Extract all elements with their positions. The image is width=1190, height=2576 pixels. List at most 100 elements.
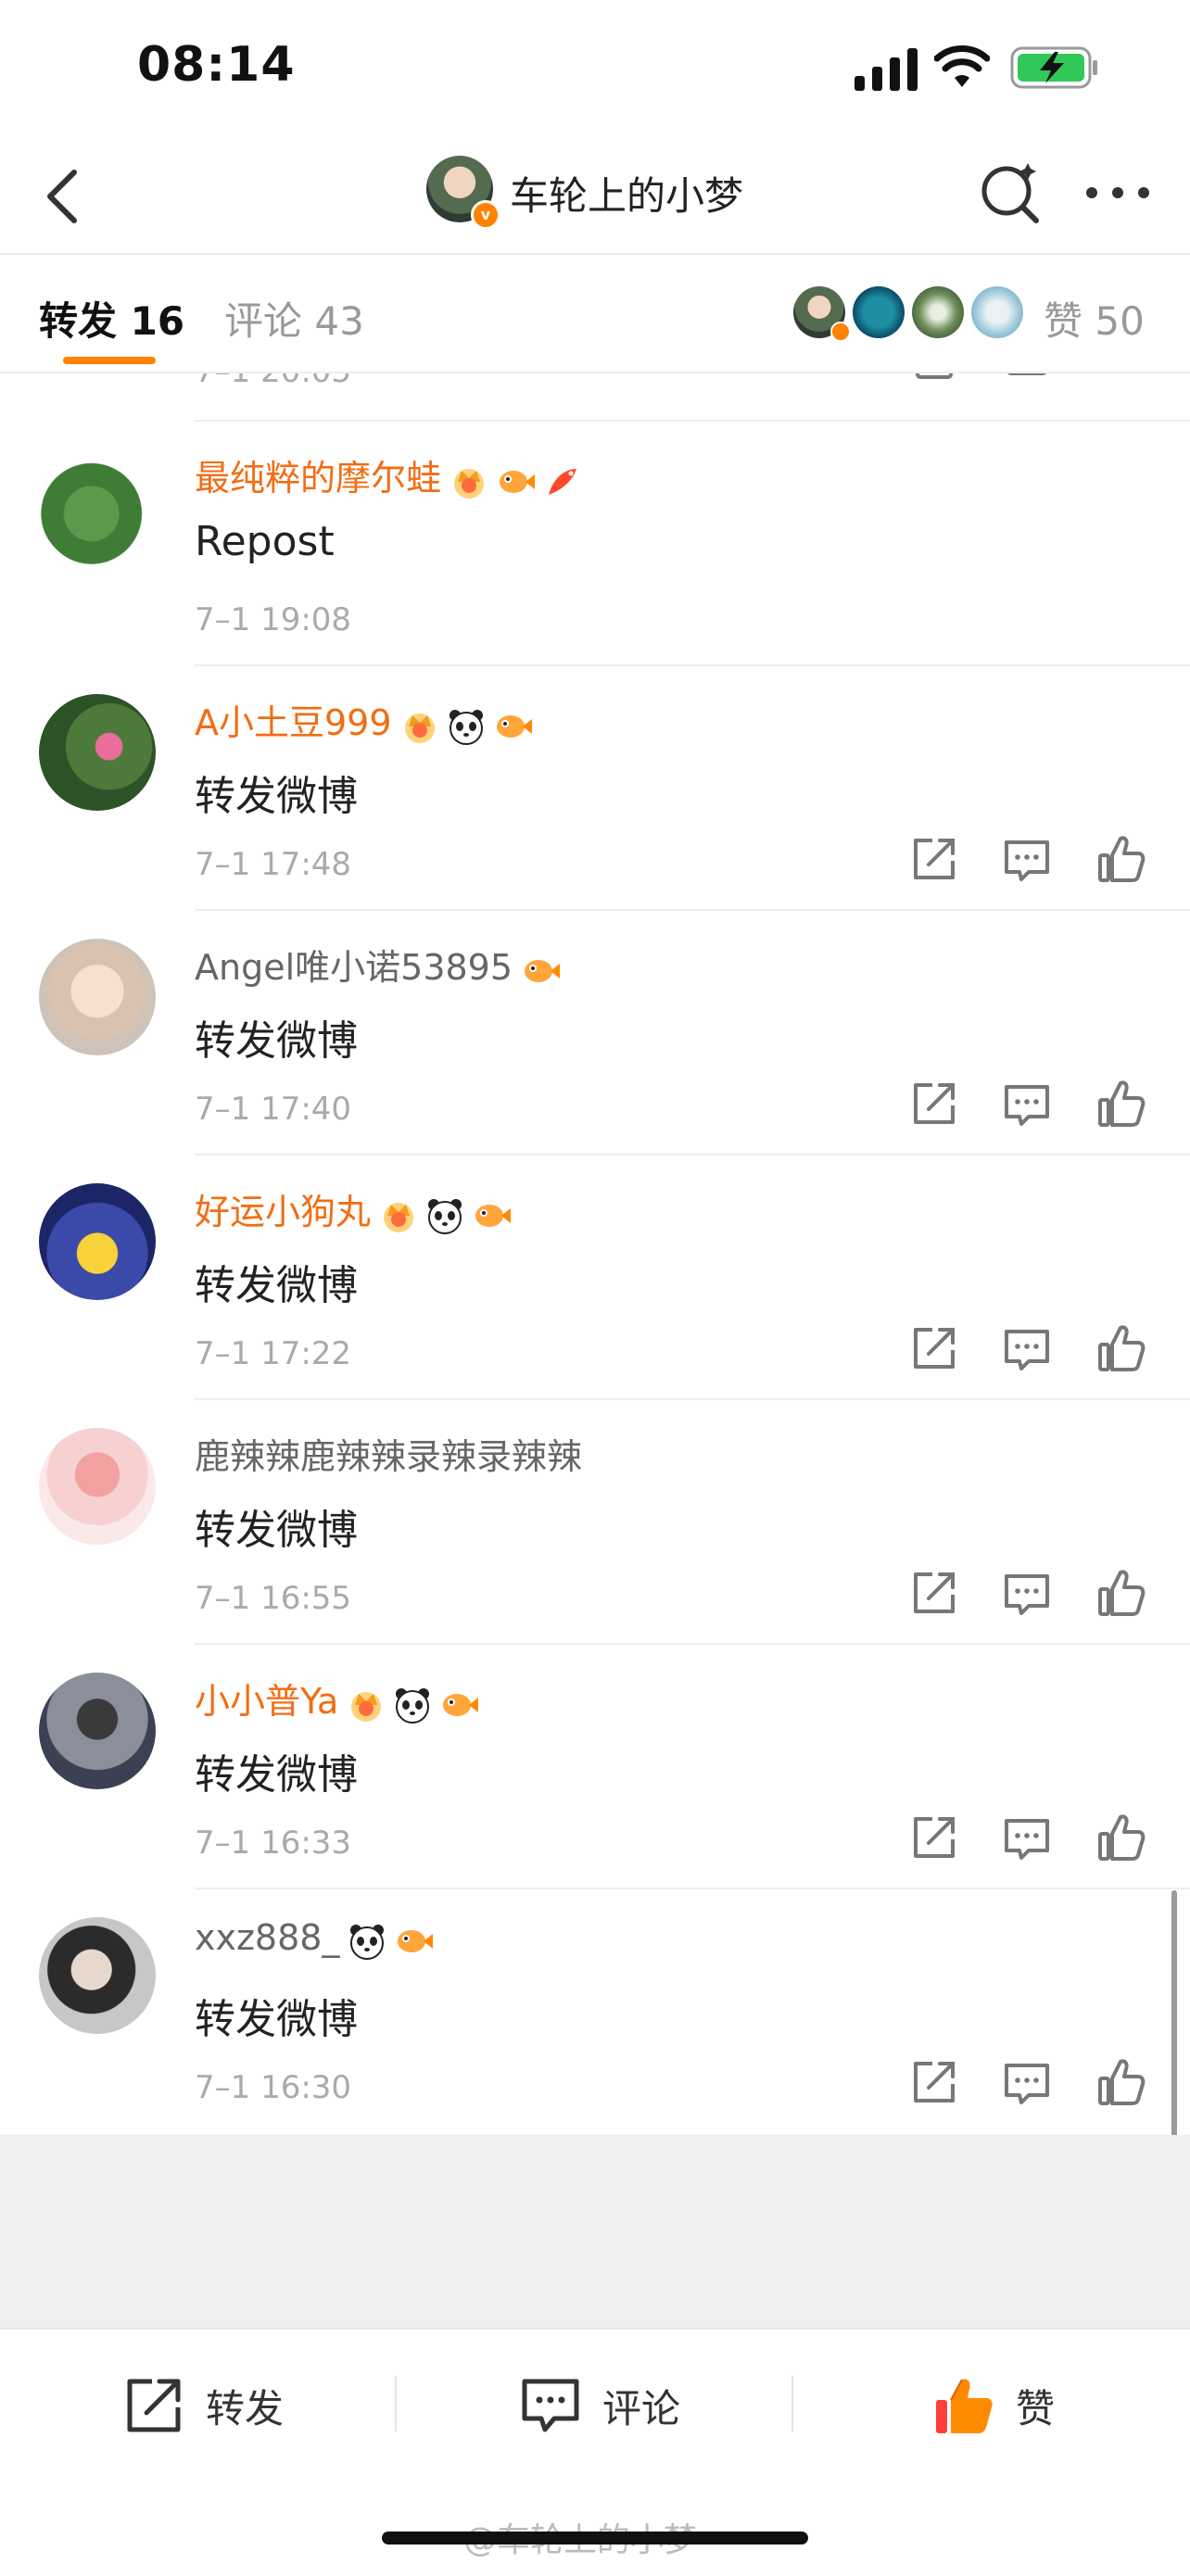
status-bar: 08:14 — [0, 0, 1190, 139]
user-badges — [346, 1682, 485, 1725]
row-like-icon[interactable] — [1095, 1812, 1147, 1863]
repost-list[interactable]: 7–1 20:05 最纯粹的摩尔蛙 Repost 7–1 19:08 A小土豆999 转… — [0, 373, 1190, 2134]
fish-badge-icon — [471, 1195, 512, 1236]
fish-badge-icon — [520, 951, 561, 991]
row-comment-icon[interactable] — [1001, 1322, 1053, 1374]
list-item[interactable]: Angel唯小诺53895 转发微博 7–1 17:40 — [0, 909, 1190, 1154]
user-avatar[interactable] — [39, 694, 156, 811]
search-icon[interactable] — [977, 159, 1044, 226]
verified-badge-icon — [830, 322, 851, 342]
user-name[interactable]: 最纯粹的摩尔蛙 — [195, 458, 441, 499]
list-item[interactable]: 鹿辣辣鹿辣辣录辣录辣辣 转发微博 7–1 16:55 — [0, 1398, 1190, 1643]
repost-text: 转发微博 — [195, 773, 358, 820]
user-badges — [347, 1918, 439, 1962]
row-comment-icon[interactable] — [1001, 1812, 1053, 1863]
user-name-line[interactable]: 好运小狗丸 — [195, 1183, 517, 1236]
comment-icon — [522, 2379, 579, 2432]
list-item: 7–1 20:05 — [0, 373, 1190, 420]
fish-badge-icon — [393, 1921, 434, 1962]
repost-time: 7–1 17:40 — [195, 1091, 352, 1128]
row-repost-icon[interactable] — [908, 2056, 960, 2108]
row-like-icon[interactable] — [1095, 2056, 1147, 2108]
page-title[interactable]: 车轮上的小梦 — [510, 165, 743, 221]
user-badges — [520, 948, 566, 991]
list-item[interactable]: 最纯粹的摩尔蛙 Repost 7–1 19:08 — [0, 420, 1190, 664]
fish-badge-icon — [492, 706, 533, 747]
active-tab-indicator — [63, 357, 156, 364]
back-arrow-icon[interactable] — [26, 159, 100, 234]
tab-likes[interactable]: 赞 50 — [1044, 290, 1145, 347]
home-indicator[interactable] — [382, 2532, 808, 2544]
row-repost-icon[interactable] — [908, 1078, 960, 1130]
repost-button[interactable]: 转发 — [120, 2368, 284, 2443]
row-divider — [195, 909, 1190, 911]
crown-badge-icon — [449, 461, 489, 502]
row-divider — [195, 1643, 1190, 1645]
user-avatar[interactable] — [39, 1673, 156, 1789]
user-name[interactable]: 鹿辣辣鹿辣辣录辣录辣辣 — [195, 1436, 582, 1477]
user-avatar[interactable] — [39, 1917, 156, 2034]
row-repost-icon[interactable] — [908, 1322, 960, 1374]
panda-badge-icon — [424, 1195, 465, 1236]
row-comment-icon[interactable] — [1001, 1567, 1053, 1619]
repost-time: 7–1 16:55 — [195, 1580, 352, 1617]
tab-reposts[interactable]: 转发 16 — [39, 290, 184, 347]
like-button-label: 赞 — [1016, 2385, 1056, 2431]
user-avatar[interactable] — [39, 1183, 156, 1300]
row-comment-icon[interactable] — [1001, 1078, 1053, 1130]
row-divider — [195, 1154, 1190, 1155]
repost-icon — [127, 2379, 181, 2432]
user-name[interactable]: 好运小狗丸 — [195, 1192, 371, 1232]
liker-avatar — [971, 286, 1023, 338]
panda-badge-icon — [347, 1921, 387, 1962]
user-name-line[interactable]: 最纯粹的摩尔蛙 — [195, 449, 588, 502]
row-like-icon[interactable] — [1095, 833, 1147, 885]
row-repost-icon[interactable] — [908, 1812, 960, 1863]
user-badges — [449, 459, 588, 502]
list-item[interactable]: xxz888_ 转发微博 7–1 16:30 — [0, 1888, 1190, 2132]
row-like-icon[interactable] — [1095, 1078, 1147, 1130]
status-time: 08:14 — [137, 37, 296, 93]
repost-time: 7–1 16:30 — [195, 2069, 352, 2106]
row-repost-icon[interactable] — [908, 1567, 960, 1619]
user-avatar[interactable] — [39, 449, 156, 566]
repost-time: 7–1 17:48 — [195, 846, 352, 883]
row-like-icon[interactable] — [1095, 1567, 1147, 1619]
tab-comments-count: 43 — [314, 298, 364, 344]
user-name[interactable]: A小土豆999 — [195, 702, 392, 743]
user-badges — [378, 1193, 517, 1236]
bottom-divider — [395, 2376, 397, 2431]
row-comment-icon[interactable] — [1001, 2056, 1053, 2108]
user-name[interactable]: 小小普Ya — [195, 1681, 338, 1722]
user-name-line[interactable]: 小小普Ya — [195, 1673, 485, 1725]
user-name[interactable]: xxz888_ — [195, 1917, 339, 1958]
row-repost-icon[interactable] — [908, 833, 960, 885]
comment-button[interactable]: 评论 — [517, 2368, 680, 2443]
tab-comments[interactable]: 评论 43 — [224, 290, 364, 347]
list-item[interactable]: A小土豆999 转发微博 7–1 17:48 — [0, 664, 1190, 909]
user-name-line[interactable]: A小土豆999 — [195, 694, 538, 747]
row-comment-icon[interactable] — [1001, 833, 1053, 885]
user-avatar[interactable] — [39, 939, 156, 1055]
list-item[interactable]: 好运小狗丸 转发微博 7–1 17:22 — [0, 1154, 1190, 1398]
user-name[interactable]: Angel唯小诺53895 — [195, 947, 513, 988]
like-button[interactable]: 赞 — [930, 2368, 1055, 2443]
list-item[interactable]: 小小普Ya 转发微博 7–1 16:33 — [0, 1643, 1190, 1888]
user-name-line[interactable]: Angel唯小诺53895 — [195, 939, 566, 991]
user-avatar[interactable] — [39, 1428, 156, 1545]
more-options-icon[interactable] — [1081, 159, 1155, 226]
row-actions — [908, 833, 1158, 889]
battery-charging-icon — [1010, 46, 1097, 89]
row-action-icons — [916, 373, 1046, 379]
user-name-line[interactable]: 鹿辣辣鹿辣辣录辣录辣辣 — [195, 1428, 582, 1479]
repost-time: 7–1 16:33 — [195, 1825, 352, 1862]
row-actions — [908, 1567, 1158, 1623]
repost-text: 转发微博 — [195, 1262, 358, 1309]
liker-avatar — [912, 286, 964, 338]
user-name-line[interactable]: xxz888_ — [195, 1917, 439, 1962]
panda-badge-icon — [392, 1685, 433, 1725]
crown-badge-icon — [346, 1685, 386, 1725]
row-divider — [195, 1888, 1190, 1889]
row-divider — [195, 1398, 1190, 1400]
row-like-icon[interactable] — [1095, 1322, 1147, 1374]
